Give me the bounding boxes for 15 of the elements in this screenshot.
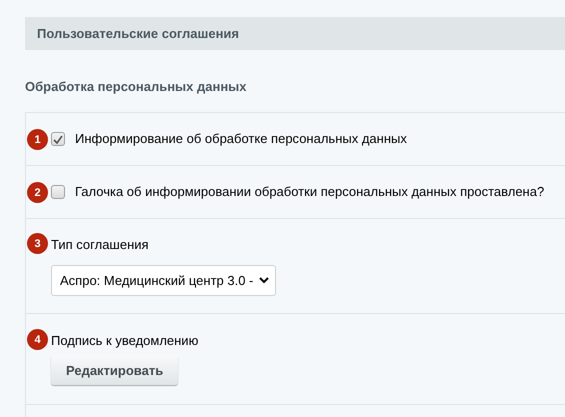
checkbox[interactable] — [51, 132, 65, 146]
field-label: Подпись к уведомлению — [51, 333, 198, 348]
panel-header: Пользовательские соглашения — [25, 17, 565, 50]
checkbox-label: Галочка об информировании обработки персональных данных проставлена? — [75, 184, 544, 200]
agreement-type-select[interactable]: Аспро: Медицинский центр 3.0 - — [51, 265, 276, 296]
number-badge: 4 — [27, 329, 48, 350]
field-label: Тип соглашения — [51, 237, 149, 252]
chevron-down-icon — [259, 277, 270, 284]
checkbox-label: Информирование об обработке персональных данных — [75, 131, 407, 147]
section-title: Обработка персональных данных — [25, 79, 248, 95]
number-badge: 3 — [27, 233, 48, 254]
number-badge: 2 — [27, 182, 48, 203]
number-badge: 1 — [27, 129, 48, 150]
checkbox[interactable] — [51, 185, 65, 199]
edit-button[interactable]: Редактировать — [51, 355, 178, 385]
